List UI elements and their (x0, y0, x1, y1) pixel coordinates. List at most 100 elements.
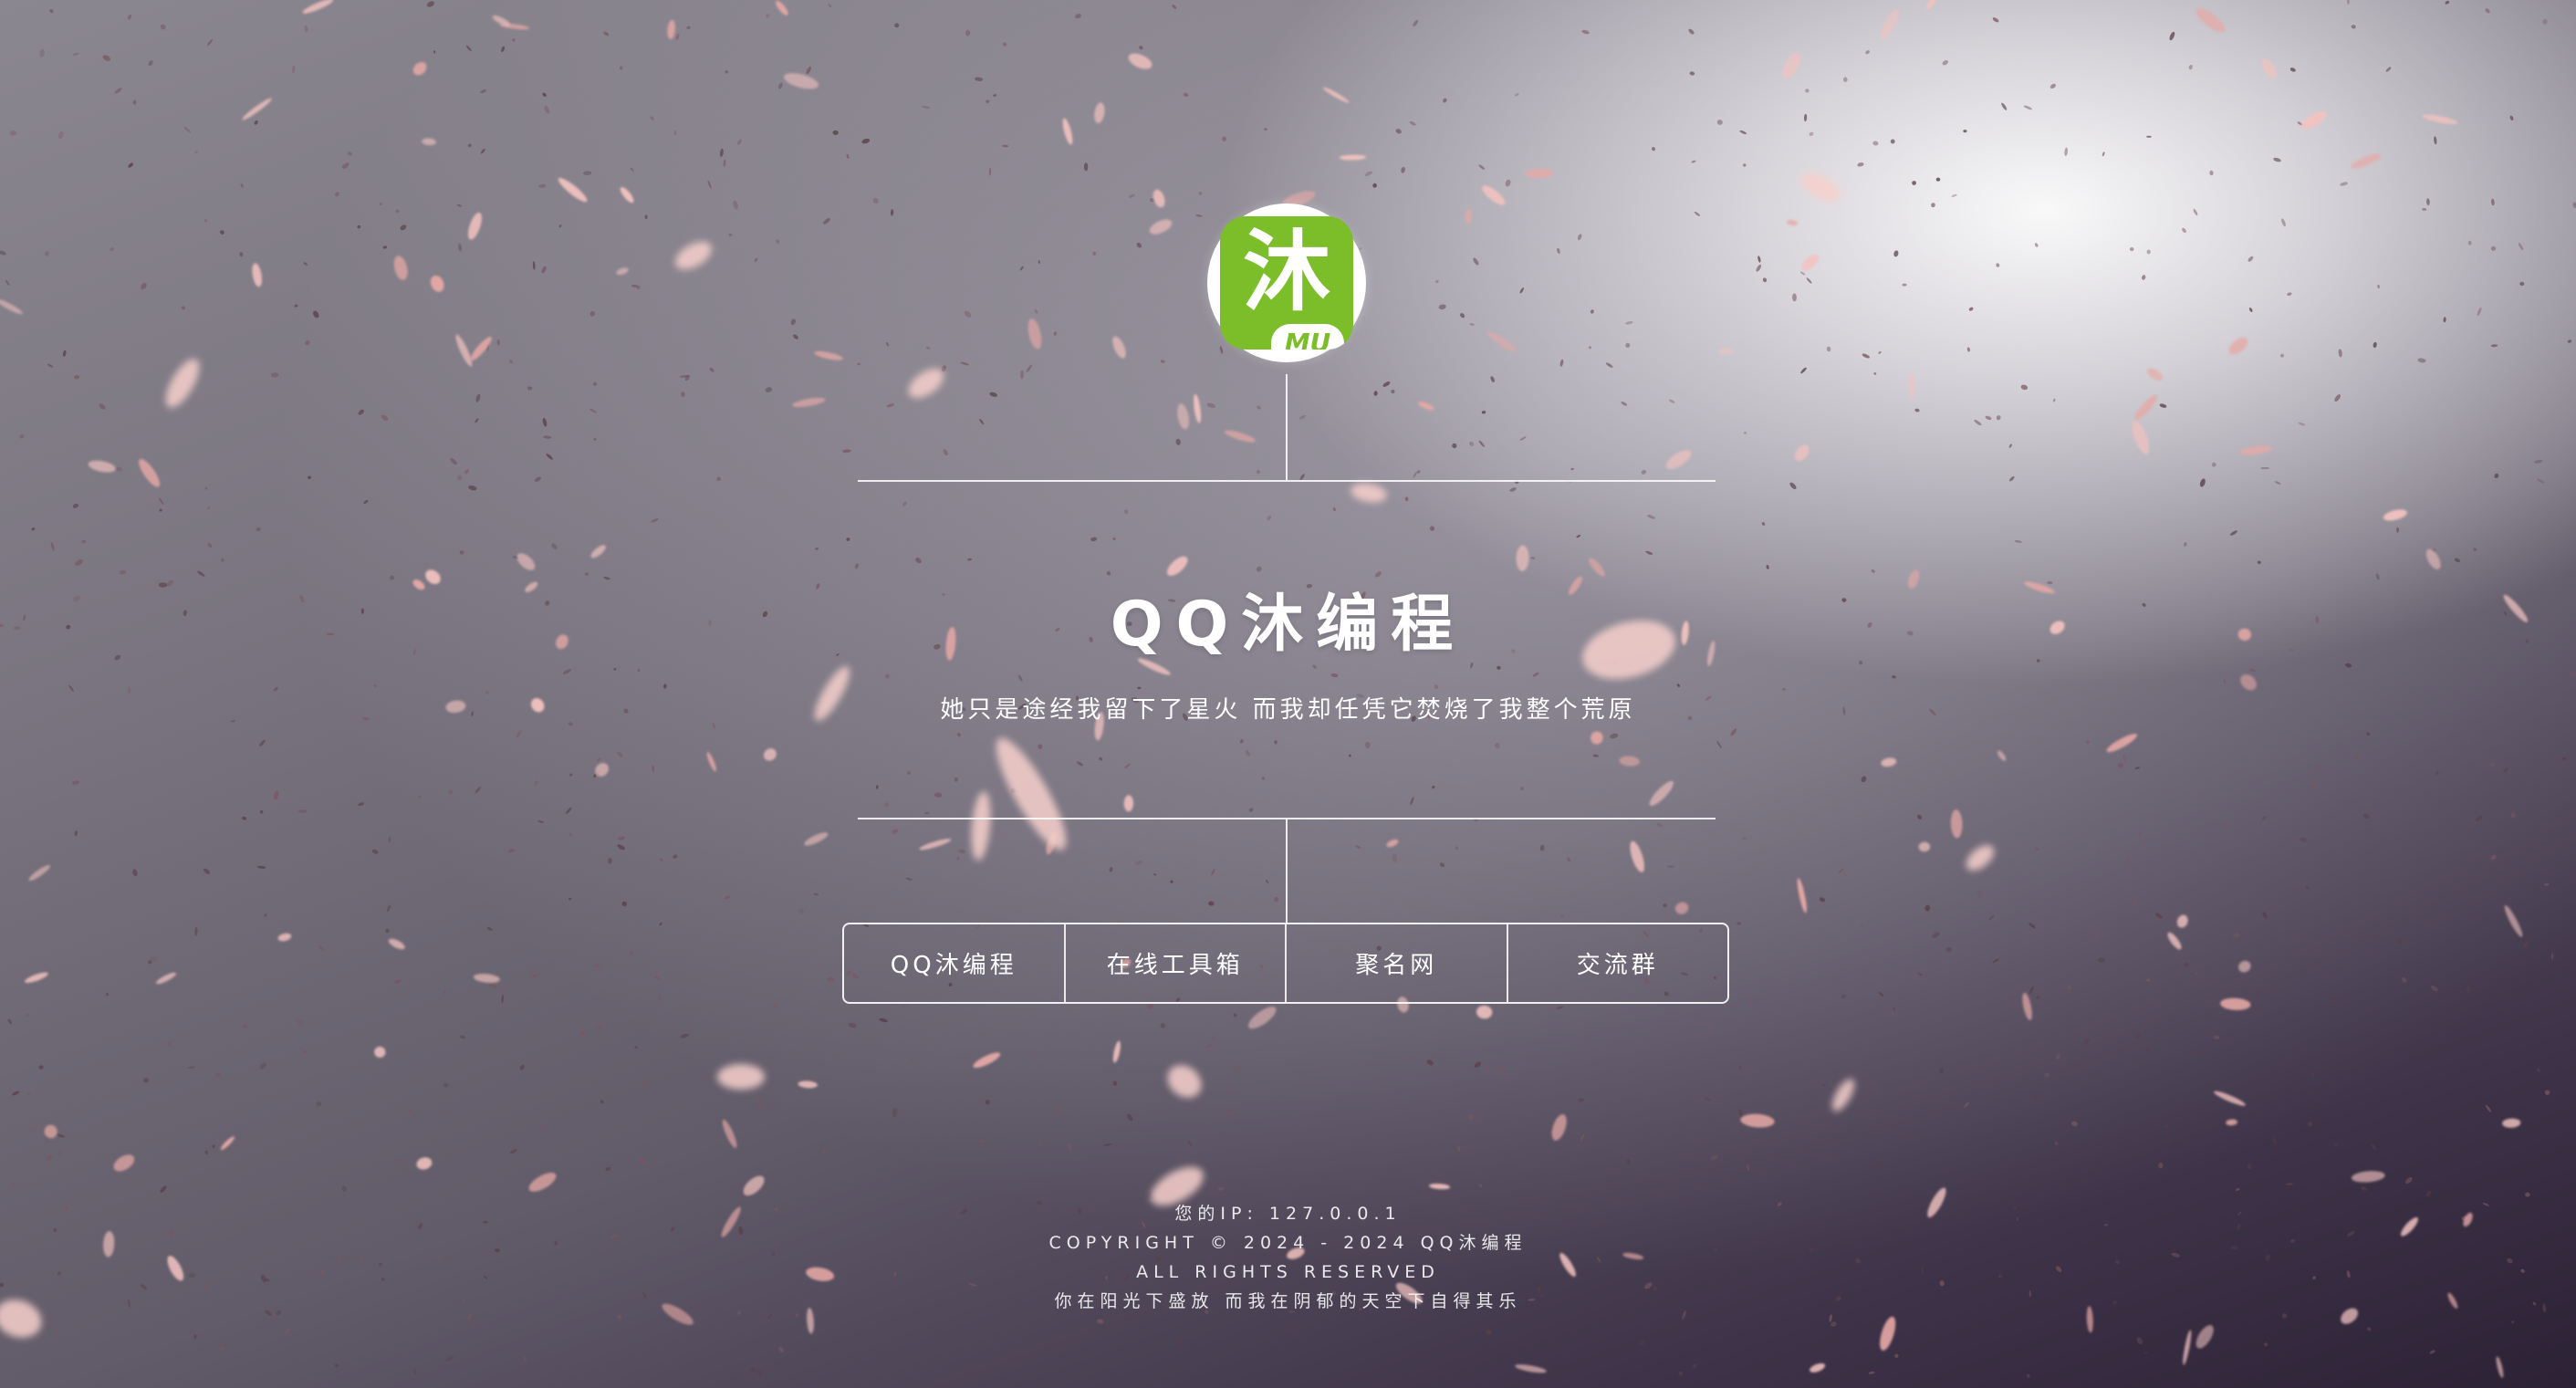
petal (798, 1080, 818, 1089)
petal-speck (25, 1013, 30, 1018)
petal-speck (358, 409, 364, 415)
petal-speck (219, 1346, 224, 1351)
petal-speck (2477, 307, 2482, 317)
petal-speck (2223, 679, 2226, 684)
petal-speck (1676, 684, 1680, 687)
petal-speck (1669, 399, 1675, 403)
petal-speck (2233, 933, 2240, 938)
petal-speck (558, 224, 562, 228)
petal-speck (1530, 557, 1536, 559)
petal-speck (358, 802, 365, 807)
footer-motto: 你在阳光下盛放 而我在阴郁的天空下自得其乐 (1054, 1291, 1522, 1311)
petal-speck (2316, 763, 2320, 772)
petal-speck (72, 780, 79, 785)
petal-speck (1557, 247, 1560, 255)
petal-speck (737, 139, 742, 145)
nav-link-juming[interactable]: 聚名网 (1287, 924, 1508, 1002)
petal-speck (1474, 1061, 1482, 1068)
petal-speck (988, 167, 992, 176)
petal-speck (1097, 1319, 1104, 1324)
petal (1674, 902, 1689, 914)
petal-speck (773, 1003, 777, 1008)
petal-speck (480, 89, 487, 94)
petal-speck (2145, 978, 2151, 982)
petal-speck (254, 120, 258, 125)
petal-speck (2454, 558, 2461, 563)
petal-speck (2422, 207, 2427, 211)
petal-speck (2333, 1142, 2339, 1147)
petal-speck (456, 204, 462, 207)
petal (1062, 118, 1073, 145)
site-logo[interactable]: 沐 MU (1207, 204, 1366, 362)
petal-speck (960, 361, 969, 366)
petal-speck (1211, 1036, 1215, 1040)
petal-speck (475, 418, 479, 423)
petal-speck (1391, 390, 1395, 394)
petal-speck (2224, 822, 2228, 828)
petal-speck (1248, 808, 1254, 812)
petal-speck (2396, 938, 2403, 944)
petal-speck (456, 475, 463, 481)
petal-speck (512, 38, 516, 42)
petal-speck (1716, 120, 1723, 125)
petal-speck (1625, 342, 1631, 348)
petal (1224, 430, 1256, 443)
petal (1515, 1364, 1547, 1373)
petal-speck (1053, 331, 1057, 336)
petal (2422, 114, 2458, 124)
petal (2238, 960, 2251, 973)
petal-speck (2430, 986, 2438, 992)
petal-speck (2262, 912, 2268, 919)
petal-speck (967, 558, 973, 561)
petal-speck (2097, 849, 2100, 856)
petal-speck (47, 1154, 52, 1162)
petal (1619, 756, 1640, 767)
petal-speck (207, 506, 210, 510)
petal-speck (1761, 522, 1766, 526)
petal-speck (181, 306, 185, 310)
petal-speck (2485, 1104, 2492, 1112)
petal (2226, 1119, 2237, 1126)
petal-speck (1364, 171, 1373, 177)
petal-speck (776, 239, 780, 244)
petal (1918, 841, 1931, 852)
petal-speck (1578, 1098, 1585, 1102)
petal-speck (2027, 1373, 2030, 1378)
petal-speck (294, 304, 298, 308)
petal-speck (1183, 92, 1189, 98)
petal-speck (203, 219, 208, 223)
petal-speck (2053, 398, 2056, 402)
petal-speck (1893, 250, 1899, 257)
nav-link-qqmu[interactable]: QQ沐编程 (844, 924, 1066, 1002)
petal-speck (388, 836, 391, 843)
petal-speck (1806, 277, 1812, 284)
petal-speck (652, 765, 655, 773)
petal-speck (543, 435, 552, 439)
petal-speck (592, 964, 601, 968)
petal-speck (2522, 941, 2529, 948)
petal-speck (38, 1065, 44, 1070)
petal-speck (597, 1024, 602, 1030)
petal-speck (568, 897, 572, 901)
petal-speck (1490, 376, 1495, 382)
nav-link-online-tools[interactable]: 在线工具箱 (1066, 924, 1287, 1002)
petal-speck (1468, 1114, 1474, 1121)
petal-speck (1038, 260, 1040, 265)
nav-link-group[interactable]: 交流群 (1508, 924, 1728, 1002)
petal-speck (597, 757, 601, 762)
petal-speck (2213, 1035, 2220, 1039)
petal (1909, 371, 1914, 399)
petal-speck (2264, 1342, 2268, 1347)
petal-speck (1738, 1065, 1742, 1070)
petal-speck (806, 66, 811, 75)
petal-speck (890, 209, 894, 216)
petal-speck (2377, 285, 2380, 288)
petal-speck (2567, 339, 2572, 343)
petal-speck (2395, 527, 2400, 533)
petal (88, 460, 116, 473)
petal (2502, 1118, 2521, 1128)
petal-speck (2466, 986, 2471, 993)
petal-speck (1860, 924, 1863, 928)
petal-speck (1519, 436, 1527, 441)
petal-large (675, 241, 712, 270)
